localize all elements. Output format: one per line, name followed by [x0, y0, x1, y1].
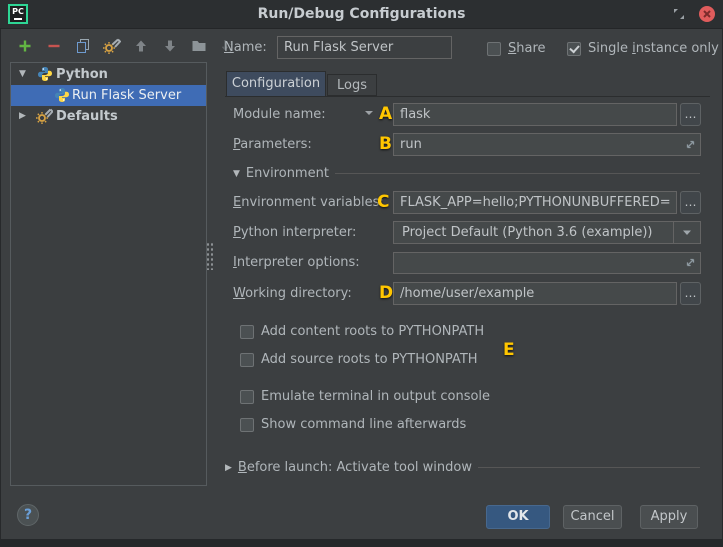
- share-label: Share: [508, 41, 546, 56]
- single-instance-label: Single instance only: [588, 41, 719, 56]
- run-debug-configurations-dialog: PC Run/Debug Configurations a z Name: Ru…: [0, 0, 723, 547]
- tree-item-python[interactable]: ▼ Python: [11, 64, 206, 85]
- expand-field-icon[interactable]: [685, 257, 696, 272]
- working-directory-browse-button[interactable]: …: [680, 282, 701, 305]
- parameters-input[interactable]: [393, 133, 701, 156]
- interpreter-options-field-wrap: [393, 252, 701, 274]
- module-name-browse-button[interactable]: …: [680, 103, 701, 126]
- interpreter-options-input[interactable]: [393, 252, 701, 274]
- help-icon[interactable]: ?: [17, 504, 39, 526]
- name-input[interactable]: [277, 36, 452, 59]
- annotation-a: A: [379, 104, 393, 124]
- configurations-toolbar: az: [14, 35, 239, 57]
- name-label: Name:: [224, 40, 267, 55]
- parameters-field-wrap: [393, 133, 701, 156]
- new-folder-icon[interactable]: [188, 35, 210, 57]
- checkbox-box[interactable]: [240, 324, 254, 339]
- before-launch-label: Before launch: Activate tool window: [237, 460, 472, 475]
- checkbox-show-command-line[interactable]: Show command line afterwards: [240, 417, 466, 432]
- panel-splitter-handle[interactable]: [206, 242, 213, 270]
- move-up-icon[interactable]: [130, 35, 152, 57]
- environment-section-header[interactable]: ▼ Environment: [233, 166, 700, 181]
- edit-defaults-icon[interactable]: [101, 35, 123, 57]
- chevron-down-icon[interactable]: ▼: [233, 169, 240, 179]
- tree-item-run-flask-server[interactable]: Run Flask Server: [11, 85, 206, 106]
- before-launch-section[interactable]: ▶ Before launch: Activate tool window: [225, 460, 700, 475]
- share-checkbox[interactable]: Share: [487, 41, 546, 56]
- checkbox-add-source-roots[interactable]: Add source roots to PYTHONPATH: [240, 352, 478, 367]
- annotation-c: C: [377, 192, 390, 212]
- annotation-b: B: [379, 134, 392, 154]
- checkbox-box[interactable]: [240, 417, 254, 432]
- checkbox-emulate-terminal[interactable]: Emulate terminal in output console: [240, 389, 490, 404]
- single-instance-checkbox-box[interactable]: [567, 41, 581, 56]
- chevron-down-icon[interactable]: ▼: [19, 64, 26, 85]
- add-icon[interactable]: [14, 35, 36, 57]
- module-name-label: Module name:: [233, 107, 326, 122]
- annotation-e: E: [503, 340, 515, 360]
- working-directory-label: Working directory:: [233, 286, 352, 301]
- expand-field-icon[interactable]: [685, 139, 696, 154]
- share-checkbox-box[interactable]: [487, 41, 501, 56]
- checkbox-box[interactable]: [240, 352, 254, 367]
- dialog-title: Run/Debug Configurations: [257, 6, 466, 22]
- single-instance-checkbox[interactable]: Single instance only: [567, 41, 719, 56]
- ok-button[interactable]: OK: [486, 505, 550, 529]
- parameters-label: Parameters:: [233, 137, 312, 152]
- python-interpreter-label: Python interpreter:: [233, 225, 357, 240]
- chevron-right-icon[interactable]: ▶: [19, 106, 26, 127]
- tab-underline: [225, 96, 710, 97]
- environment-variables-label: Environment variables:: [233, 195, 384, 210]
- cancel-button[interactable]: Cancel: [563, 505, 622, 529]
- environment-variables-input[interactable]: [393, 191, 677, 214]
- copy-icon[interactable]: [72, 35, 94, 57]
- move-down-icon[interactable]: [159, 35, 181, 57]
- section-divider: [334, 173, 700, 174]
- restore-icon[interactable]: [673, 8, 685, 24]
- tree-item-defaults[interactable]: ▶ Defaults: [11, 106, 206, 127]
- configurations-tree: ▼ Python Run Flask Server ▶ Defaults: [10, 62, 207, 486]
- window-bottom-edge: [0, 539, 723, 547]
- working-directory-input[interactable]: [393, 282, 677, 305]
- close-icon[interactable]: [699, 6, 715, 22]
- tab-configuration[interactable]: Configuration: [226, 71, 326, 96]
- apply-button[interactable]: Apply: [640, 505, 698, 529]
- remove-icon[interactable]: [43, 35, 65, 57]
- chevron-right-icon[interactable]: ▶: [225, 463, 232, 473]
- environment-variables-browse-button[interactable]: …: [680, 191, 701, 214]
- checkbox-box[interactable]: [240, 389, 254, 404]
- checkbox-add-content-roots[interactable]: Add content roots to PYTHONPATH: [240, 324, 484, 339]
- interpreter-options-label: Interpreter options:: [233, 255, 360, 270]
- python-interpreter-select[interactable]: Project Default (Python 3.6 (example)): [393, 221, 701, 244]
- titlebar: PC Run/Debug Configurations: [0, 0, 723, 29]
- annotation-d: D: [379, 283, 394, 303]
- tab-logs[interactable]: Logs: [327, 74, 377, 96]
- module-name-dropdown-icon[interactable]: [364, 107, 374, 122]
- section-divider: [478, 467, 700, 468]
- settings-icon: [36, 108, 54, 131]
- module-name-input[interactable]: [393, 103, 677, 126]
- combo-arrow-icon[interactable]: [673, 222, 700, 243]
- environment-section-label: Environment: [245, 166, 329, 181]
